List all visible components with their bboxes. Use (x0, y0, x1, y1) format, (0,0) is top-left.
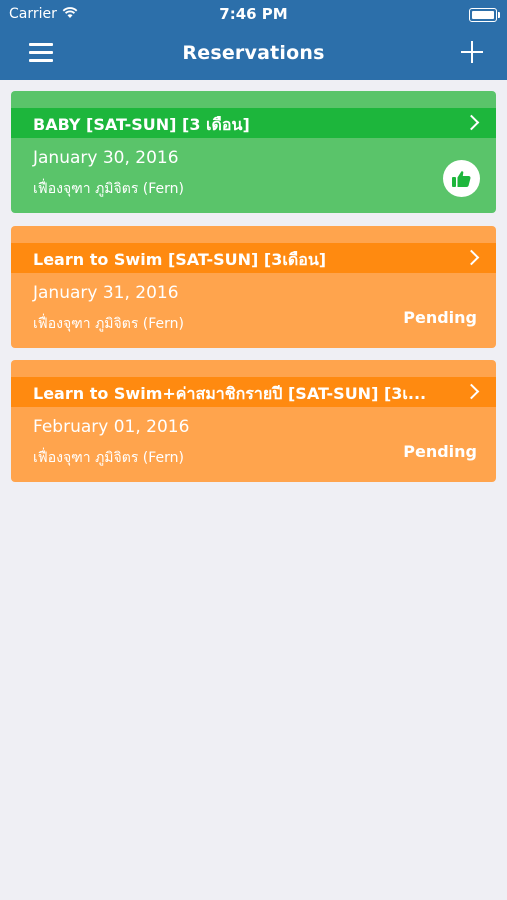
plus-icon[interactable] (461, 41, 483, 63)
battery-icon (469, 8, 500, 22)
chevron-right-icon (463, 383, 480, 400)
chevron-right-icon (463, 114, 480, 131)
status-time: 7:46 PM (219, 5, 288, 23)
reservation-title: Learn to Swim+ค่าสมาชิกรายปี [SAT-SUN] [… (33, 384, 427, 403)
reservation-date: January 31, 2016 (33, 283, 179, 303)
reservation-person: เฟื่องจุฑา ภูมิจิตร (Fern) (33, 450, 185, 466)
status-bar: Carrier 7:46 PM (0, 0, 507, 28)
navigation-bar: Reservations (0, 28, 507, 80)
reservation-person: เฟื่องจุฑา ภูมิจิตร (Fern) (33, 181, 185, 197)
reservation-card[interactable]: BABY [SAT-SUN] [3 เดือน] January 30, 201… (11, 91, 496, 213)
page-title: Reservations (182, 42, 325, 64)
reservation-date: January 30, 2016 (33, 148, 179, 168)
thumbs-up-icon (443, 160, 480, 197)
reservation-date: February 01, 2016 (33, 417, 190, 437)
status-badge: Pending (403, 308, 477, 327)
reservation-card[interactable]: Learn to Swim+ค่าสมาชิกรายปี [SAT-SUN] [… (11, 360, 496, 482)
reservation-person: เฟื่องจุฑา ภูมิจิตร (Fern) (33, 316, 185, 332)
top-bar: Carrier 7:46 PM Reservations (0, 0, 507, 80)
chevron-right-icon (463, 249, 480, 266)
reservation-card[interactable]: Learn to Swim [SAT-SUN] [3เดือน] January… (11, 226, 496, 348)
reservation-title: Learn to Swim [SAT-SUN] [3เดือน] (33, 250, 327, 269)
reservation-header[interactable]: BABY [SAT-SUN] [3 เดือน] (11, 108, 496, 138)
reservation-title: BABY [SAT-SUN] [3 เดือน] (33, 115, 250, 134)
status-badge: Pending (403, 442, 477, 461)
reservation-header[interactable]: Learn to Swim [SAT-SUN] [3เดือน] (11, 243, 496, 273)
reservation-header[interactable]: Learn to Swim+ค่าสมาชิกรายปี [SAT-SUN] [… (11, 377, 496, 407)
